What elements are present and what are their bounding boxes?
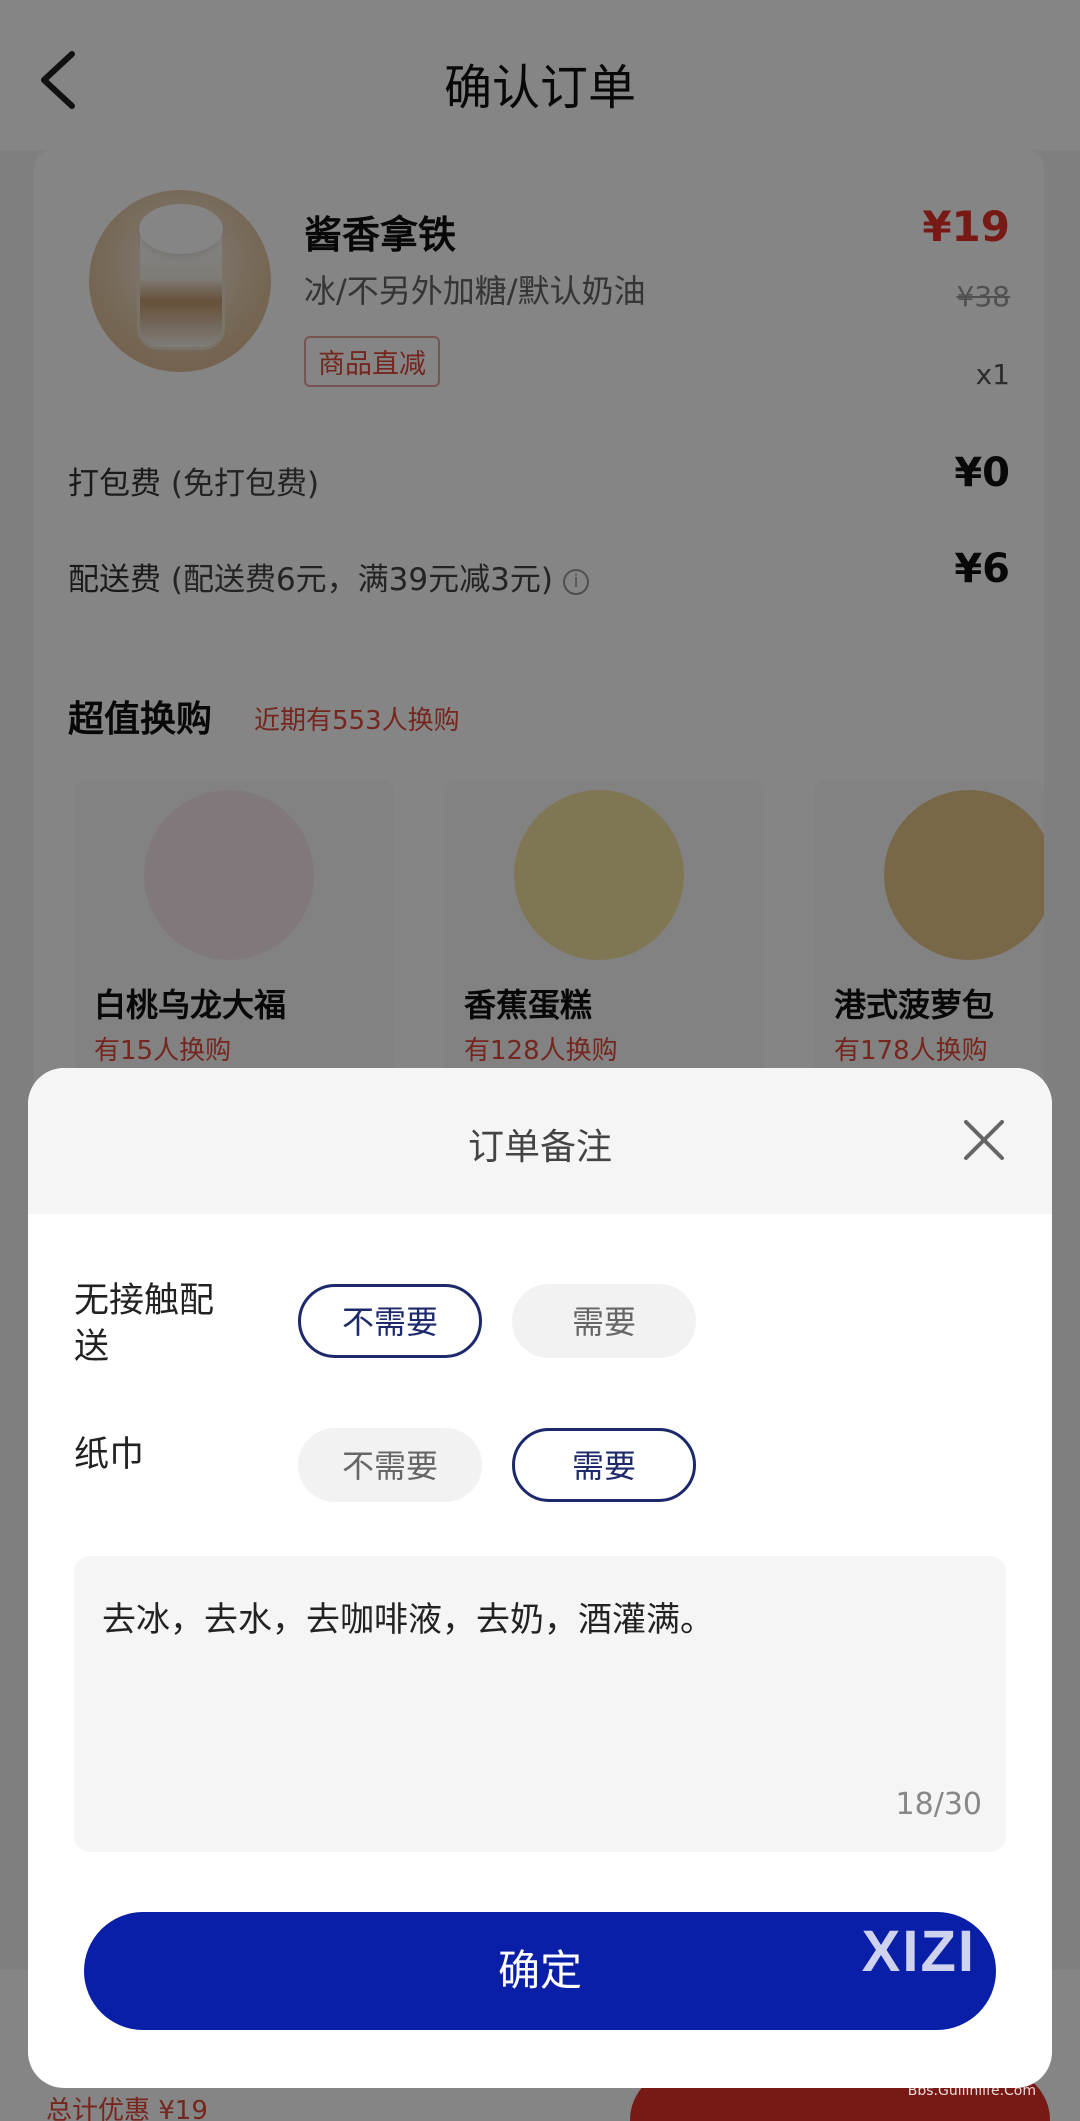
modal-title: 订单备注	[467, 1127, 612, 1168]
napkin-label: 纸巾	[74, 1435, 145, 1475]
order-note-modal: 订单备注 无接触配送 不需要 需要 纸巾 不需要 需要 去冰，去水，去咖啡液，去…	[28, 1068, 1052, 2088]
watermark-site: 桂林人 论坛 Bbs.Guilinlife.Com	[908, 2058, 1036, 2102]
char-counter: 18/30	[895, 1787, 982, 1822]
close-icon	[964, 1120, 1004, 1160]
watermark-site-name: 桂林人 论坛	[919, 2056, 1036, 2081]
watermark-logo: XIZI	[861, 1919, 976, 1984]
watermark-url: Bbs.Guilinlife.Com	[907, 2083, 1036, 2099]
modal-header: 订单备注	[28, 1068, 1052, 1214]
confirm-button[interactable]: 确定	[84, 1912, 996, 2030]
contactless-yes-option[interactable]: 需要	[512, 1284, 696, 1358]
note-textarea[interactable]: 去冰，去水，去咖啡液，去奶，酒灌满。 18/30	[74, 1556, 1006, 1852]
close-button[interactable]	[960, 1116, 1008, 1164]
contactless-no-option[interactable]: 不需要	[298, 1284, 482, 1358]
napkin-no-option[interactable]: 不需要	[298, 1428, 482, 1502]
note-text: 去冰，去水，去咖啡液，去奶，酒灌满。	[102, 1600, 714, 1640]
napkin-yes-option[interactable]: 需要	[512, 1428, 696, 1502]
contactless-label: 无接触配送	[74, 1281, 215, 1367]
